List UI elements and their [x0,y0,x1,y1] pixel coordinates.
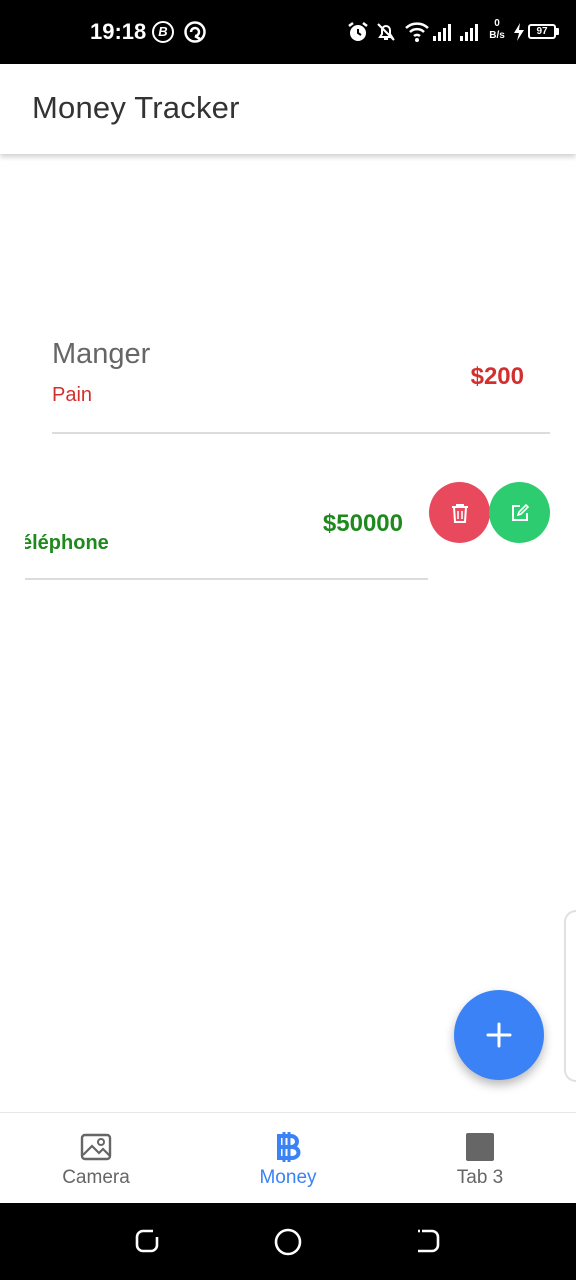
item-amount: $200 [470,363,524,390]
battery-tip [556,28,559,35]
nav-tab-camera[interactable]: Camera [0,1113,192,1204]
page-title: Money Tracker [32,90,240,125]
charging-icon [512,22,526,50]
item-amount: $50000 [322,510,403,537]
nav-label: Tab 3 [456,1167,504,1188]
app-bar: Money Tracker [0,64,576,154]
recent-apps-button[interactable] [133,1227,163,1257]
wifi-icon [404,20,430,48]
list-item[interactable]: Manger Pain $200 [52,330,550,434]
image-icon [80,1131,112,1163]
back-button[interactable] [414,1227,444,1257]
nav-label: Camera [62,1167,130,1188]
side-drawer-handle[interactable] [564,910,576,1082]
battery-level: 97 [528,24,556,39]
delete-button[interactable] [429,482,490,543]
bottom-navigation: Camera Money Tab 3 [0,1112,576,1203]
square-icon [464,1131,496,1163]
transaction-list: Manger Pain $200 éléphone $50000 [0,154,576,1112]
alarm-icon [346,20,370,48]
nav-tab-money[interactable]: Money [192,1113,384,1204]
signal-icon-2 [459,22,481,50]
signal-icon-1 [432,22,454,50]
nav-tab-3[interactable]: Tab 3 [384,1113,576,1204]
plus-icon [486,1022,512,1048]
nav-label: Money [259,1167,317,1188]
system-navigation-bar [0,1203,576,1280]
mute-bell-icon [374,20,398,48]
home-button[interactable] [273,1227,303,1257]
status-bar: 19:18 B 0 B/s 97 [0,0,576,64]
b-badge-icon: B [152,21,174,43]
sync-icon [183,20,207,48]
item-category: Pain [52,384,93,406]
bitcoin-icon [272,1131,304,1163]
net-speed: 0 B/s [486,18,508,42]
item-title: Manger [52,338,151,370]
list-item-swiped[interactable]: éléphone $50000 [25,474,428,580]
edit-icon [511,503,529,521]
trash-icon [451,503,468,523]
add-transaction-button[interactable] [454,990,544,1080]
net-speed-unit: B/s [489,30,505,41]
net-speed-value: 0 [494,18,500,29]
edit-button[interactable] [489,482,550,543]
status-time: 19:18 [90,19,147,44]
item-category: éléphone [25,532,109,554]
